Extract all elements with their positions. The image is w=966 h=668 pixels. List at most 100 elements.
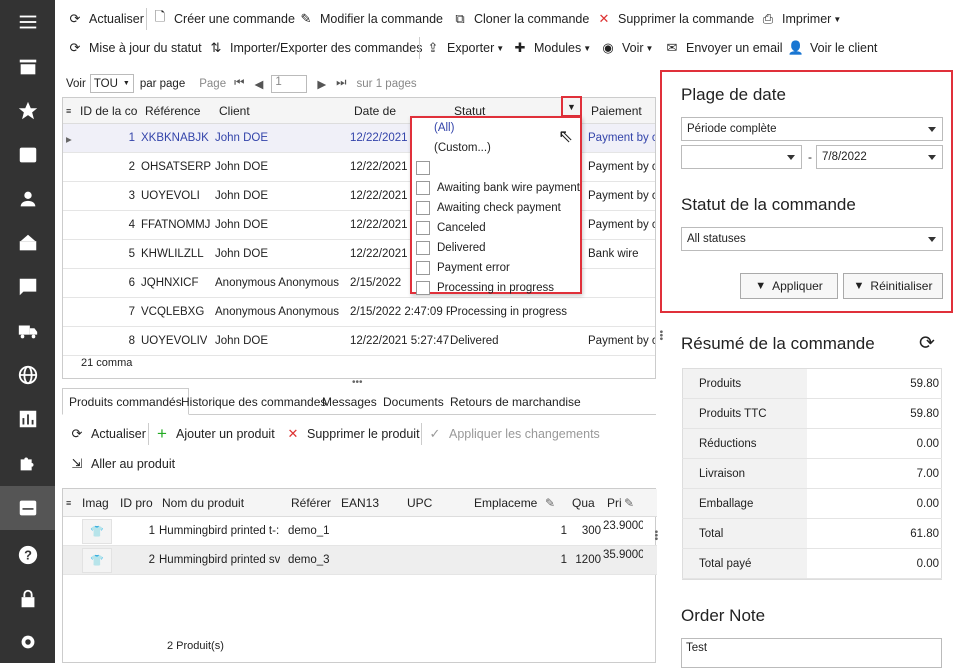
period-select[interactable]: Période complète: [681, 117, 943, 141]
cell-ref: demo_3: [288, 554, 330, 566]
apply-button[interactable]: ▼ Appliquer: [740, 273, 838, 299]
create-order-button[interactable]: 🗋 Créer une commande: [152, 9, 295, 27]
tab-ordered-products[interactable]: Produits commandés: [62, 388, 189, 415]
help-icon[interactable]: ?: [0, 533, 55, 577]
reset-button[interactable]: ▼ Réinitialiser: [843, 273, 943, 299]
settings-icon[interactable]: [0, 620, 55, 664]
chart-icon[interactable]: [0, 397, 55, 441]
checkbox[interactable]: [416, 241, 430, 255]
upload-icon: ⇪: [427, 40, 439, 55]
col-image[interactable]: Imag: [82, 496, 109, 510]
store-icon[interactable]: [0, 45, 55, 89]
splitter-handle[interactable]: •••: [655, 330, 666, 341]
per-page-select[interactable]: TOU ▼: [89, 74, 134, 93]
page-input[interactable]: 1: [271, 74, 308, 93]
filter-option[interactable]: Awaiting check payment: [416, 198, 561, 218]
filter-option[interactable]: Awaiting bank wire payment: [416, 178, 580, 198]
checkbox[interactable]: [416, 201, 430, 215]
send-email-button[interactable]: ✉ Envoyer un email: [664, 40, 783, 56]
cell-client: John DOE: [215, 248, 269, 260]
filter-option[interactable]: Delivered: [416, 238, 486, 258]
filter-option-all[interactable]: (All): [434, 118, 454, 138]
column-menu-icon[interactable]: ≡: [66, 106, 71, 116]
message-icon[interactable]: [0, 265, 55, 309]
orders-icon[interactable]: [0, 486, 55, 530]
menu-icon[interactable]: [0, 0, 55, 44]
print-button[interactable]: ⎙ Imprimer ▼: [760, 11, 841, 27]
date-to-input[interactable]: 7/8/2022: [816, 145, 943, 169]
col-date[interactable]: Date de: [354, 104, 396, 118]
pencil-icon: ✎: [624, 496, 635, 510]
view-client-button[interactable]: 👤 Voir le client: [788, 40, 878, 56]
grid-footer-count: 21 comma: [81, 357, 133, 369]
tab-messages[interactable]: Messages: [316, 388, 383, 415]
checkbox[interactable]: [416, 161, 430, 175]
filter-option[interactable]: Processing in progress: [416, 278, 554, 298]
table-row[interactable]: 👕 1 Hummingbird printed t-: demo_1 1 300 23.90…: [63, 517, 657, 546]
goto-product-button[interactable]: ⇲ Aller au produit: [69, 456, 176, 472]
col-reference[interactable]: Référence: [145, 104, 200, 118]
prev-page-icon[interactable]: ◀: [254, 77, 263, 91]
lock-icon[interactable]: [0, 577, 55, 621]
delete-product-button[interactable]: ✕ Supprimer le produit: [285, 426, 420, 442]
col-product-ref[interactable]: Référer: [291, 496, 331, 510]
star-icon[interactable]: [0, 89, 55, 133]
next-page-icon[interactable]: ▶: [317, 77, 326, 91]
splitter-handle[interactable]: •••: [650, 530, 661, 541]
col-ean13[interactable]: EAN13: [341, 496, 379, 510]
filter-option[interactable]: Canceled: [416, 218, 486, 238]
clone-order-button[interactable]: ⧉ Cloner la commande: [452, 11, 589, 27]
table-row[interactable]: 7 VCQLEBXG Anonymous Anonymous 2/15/2022 2:…: [63, 298, 655, 327]
product-refresh-button[interactable]: ⟳ Actualiser: [69, 426, 146, 442]
delete-icon: ✕: [287, 426, 299, 441]
checkbox[interactable]: [416, 221, 430, 235]
col-quantity[interactable]: Qua: [572, 496, 595, 510]
filter-option-blank[interactable]: [416, 158, 437, 178]
globe-icon[interactable]: [0, 353, 55, 397]
checkbox[interactable]: [416, 181, 430, 195]
first-page-icon[interactable]: ⏮: [234, 77, 244, 90]
col-price[interactable]: Pri: [607, 496, 622, 510]
splitter-handle[interactable]: •••: [352, 377, 363, 388]
col-location[interactable]: Emplaceme: [474, 496, 537, 510]
col-product-name[interactable]: Nom du produit: [162, 496, 244, 510]
import-export-button[interactable]: ⇅ Importer/Exporter des commandes: [208, 40, 423, 56]
modules-button[interactable]: ✚ Modules ▼: [512, 40, 592, 56]
table-row[interactable]: 8 UOYEVOLIV John DOE 12/22/2021 5:27:47 Deli…: [63, 327, 655, 356]
col-payment[interactable]: Paiement: [591, 104, 642, 118]
update-status-button[interactable]: ⟳ Mise à jour du statut: [67, 40, 202, 56]
delete-order-button[interactable]: ✕ Supprimer la commande: [596, 11, 755, 27]
col-client[interactable]: Client: [219, 104, 250, 118]
basket-icon[interactable]: [0, 221, 55, 265]
export-button[interactable]: ⇪ Exporter ▼: [425, 40, 505, 56]
checkbox[interactable]: [416, 281, 430, 295]
filter-option[interactable]: Payment error: [416, 258, 510, 278]
refresh-icon[interactable]: ⟳: [919, 332, 935, 355]
status-filter-icon[interactable]: ▼: [561, 96, 582, 117]
view-button[interactable]: ◉ Voir ▼: [600, 40, 653, 56]
edit-order-button[interactable]: ✎ Modifier la commande: [298, 11, 443, 27]
truck-icon[interactable]: [0, 309, 55, 353]
refresh-button[interactable]: ⟳ Actualiser: [67, 11, 144, 27]
order-note-input[interactable]: Test: [681, 638, 942, 668]
user-icon[interactable]: [0, 177, 55, 221]
inbox-icon[interactable]: [0, 133, 55, 177]
tab-order-history[interactable]: Historique des commandes: [175, 388, 332, 415]
table-row[interactable]: 👕 2 Hummingbird printed sv demo_3 1 1200 35.90…: [63, 546, 657, 575]
date-from-input[interactable]: [681, 145, 802, 169]
col-id[interactable]: ID de la co: [80, 104, 137, 118]
add-product-button[interactable]: + Ajouter un produit: [154, 424, 275, 443]
last-page-icon[interactable]: ⏭: [336, 77, 346, 90]
puzzle-icon[interactable]: [0, 441, 55, 485]
summary-label: Produits TTC: [699, 408, 767, 420]
tab-returns[interactable]: Retours de marchandise: [444, 388, 587, 415]
apply-changes-button[interactable]: ✓ Appliquer les changements: [427, 426, 600, 442]
filter-option-custom[interactable]: (Custom...): [434, 138, 491, 158]
tab-documents[interactable]: Documents: [377, 388, 450, 415]
refresh-icon: ⟳: [69, 40, 81, 55]
column-menu-icon[interactable]: ≡: [66, 498, 71, 508]
col-product-id[interactable]: ID pro: [120, 496, 153, 510]
checkbox[interactable]: [416, 261, 430, 275]
order-status-select[interactable]: All statuses: [681, 227, 943, 251]
col-upc[interactable]: UPC: [407, 496, 432, 510]
